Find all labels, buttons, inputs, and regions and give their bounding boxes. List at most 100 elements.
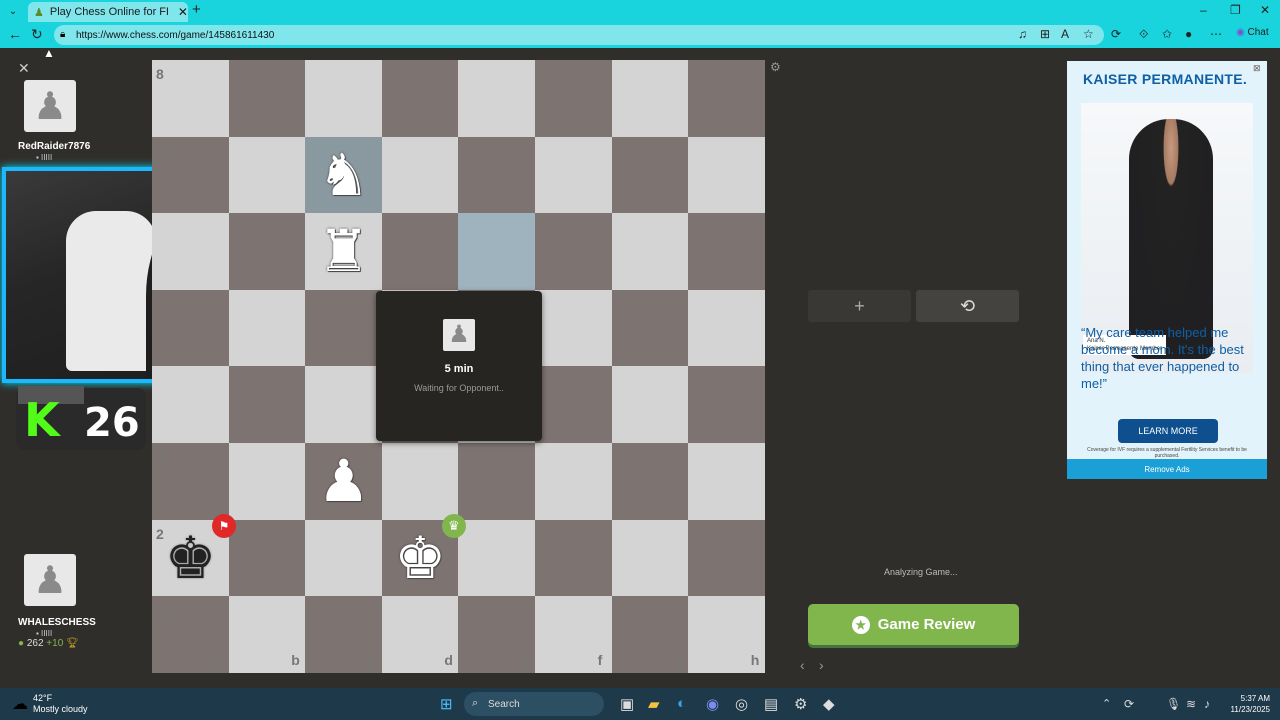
top-player-name[interactable]: RedRaider7876 — [18, 141, 90, 152]
square-c4[interactable] — [305, 366, 383, 444]
tray-chevron-icon[interactable]: ⌃ — [1102, 697, 1111, 710]
square-f7[interactable] — [535, 136, 612, 214]
notification-icon[interactable]: ♫ — [1018, 27, 1027, 41]
window-close-icon[interactable]: ✕ — [1260, 3, 1270, 17]
square-b2[interactable] — [228, 519, 306, 597]
profile-icon[interactable]: ● — [1185, 27, 1192, 41]
tray-sync-icon[interactable]: ⟳ — [1124, 697, 1134, 711]
close-sidebar-icon[interactable]: ✕ — [18, 60, 30, 77]
square-c5[interactable] — [305, 289, 383, 367]
square-g4[interactable] — [611, 366, 689, 444]
weather-icon[interactable]: ☁ — [12, 694, 28, 714]
edge-icon[interactable]: ◐ — [677, 695, 686, 712]
square-e2[interactable] — [458, 519, 536, 597]
bottom-player-name[interactable]: WHALESCHESS — [18, 617, 96, 628]
remove-ads-link[interactable]: Remove Ads — [1067, 459, 1267, 479]
square-f3[interactable] — [535, 443, 612, 520]
copilot-chat-button[interactable]: ◉ Chat — [1236, 27, 1269, 38]
more-icon[interactable]: ⋯ — [1210, 27, 1222, 41]
square-e7[interactable] — [458, 136, 536, 214]
square-g3[interactable] — [611, 443, 689, 520]
microphone-icon[interactable]: 🎙︎ — [1166, 697, 1181, 711]
task-view-icon[interactable]: ▣ — [620, 695, 634, 713]
weather-widget[interactable]: 42°F Mostly cloudy — [33, 693, 88, 715]
advertisement[interactable]: ⊠ KAISER PERMANENTE. Ana N. Kaiser Perma… — [1067, 61, 1267, 479]
top-player-avatar[interactable]: ♟ — [24, 80, 76, 132]
square-b8[interactable] — [228, 60, 306, 137]
square-b7[interactable] — [228, 136, 306, 214]
taskbar-search[interactable]: Search — [464, 692, 604, 716]
windows-start-icon[interactable]: ⊞ — [440, 695, 453, 713]
file-explorer-icon[interactable]: ▰ — [648, 695, 660, 713]
square-d6[interactable] — [381, 213, 459, 291]
square-b6[interactable] — [228, 213, 306, 291]
square-f4[interactable] — [535, 366, 612, 444]
square-h8[interactable] — [688, 60, 766, 137]
ad-close-icon[interactable]: ⊠ — [1253, 63, 1261, 74]
square-g7[interactable] — [611, 136, 689, 214]
url-field[interactable]: https://www.chess.com/game/145861611430 — [54, 25, 1104, 45]
refresh-icon[interactable]: ↻ — [31, 26, 43, 43]
read-aloud-icon[interactable]: A — [1061, 27, 1069, 41]
square-b5[interactable] — [228, 289, 306, 367]
steam-icon[interactable]: ◆ — [823, 695, 835, 713]
white-pawn-piece[interactable]: ♟ — [305, 443, 382, 520]
board-settings-gear-icon[interactable]: ⚙ — [770, 60, 781, 74]
square-d7[interactable] — [381, 136, 459, 214]
square-h3[interactable] — [688, 443, 766, 520]
square-f5[interactable] — [535, 289, 612, 367]
square-c8[interactable] — [305, 60, 383, 137]
square-h7[interactable] — [688, 136, 766, 214]
tab-close-icon[interactable]: ✕ — [178, 5, 188, 19]
back-arrow-icon[interactable]: ← — [8, 26, 22, 42]
rematch-button[interactable]: ⟲ — [916, 290, 1019, 322]
square-a6[interactable] — [152, 213, 229, 291]
square-e3[interactable] — [458, 443, 536, 520]
next-move-icon[interactable]: › — [819, 657, 824, 673]
square-f8[interactable] — [535, 60, 612, 137]
game-review-button[interactable]: ★ Game Review — [808, 604, 1019, 645]
square-f2[interactable] — [535, 519, 612, 597]
discord-icon[interactable]: ◉ — [706, 695, 719, 713]
square-d3[interactable] — [381, 443, 459, 520]
square-h5[interactable] — [688, 289, 766, 367]
square-a4[interactable] — [152, 366, 229, 444]
volume-icon[interactable]: ♪ — [1204, 697, 1210, 711]
split-icon[interactable]: ⟐ — [1139, 27, 1148, 42]
white-rook-piece[interactable]: ♜ — [305, 213, 382, 290]
tab-menu-icon[interactable]: ⌄ — [4, 3, 22, 19]
grid-icon[interactable]: ⊞ — [1040, 27, 1050, 41]
favorite-star-icon[interactable]: ☆ — [1083, 27, 1094, 41]
browser-tab[interactable]: ♟ Play Chess Online for FREE - 2 Pla ✕ — [28, 2, 188, 22]
square-e6[interactable] — [458, 213, 536, 291]
square-c2[interactable] — [305, 519, 383, 597]
minimize-icon[interactable]: – — [1200, 3, 1207, 17]
lock-icon[interactable]: 🔒︎ — [60, 29, 65, 40]
square-h6[interactable] — [688, 213, 766, 291]
square-g6[interactable] — [611, 213, 689, 291]
square-g2[interactable] — [611, 519, 689, 597]
square-b4[interactable] — [228, 366, 306, 444]
favorites-icon[interactable]: ✩ — [1162, 27, 1172, 41]
wifi-icon[interactable]: ≋ — [1186, 697, 1196, 711]
square-h4[interactable] — [688, 366, 766, 444]
settings-icon[interactable]: ⚙ — [794, 695, 807, 713]
white-knight-piece[interactable]: ♞ — [305, 137, 382, 214]
square-a5[interactable] — [152, 289, 229, 367]
app-icon[interactable]: ▤ — [764, 695, 778, 713]
prev-move-icon[interactable]: ‹ — [800, 657, 805, 673]
new-tab-icon[interactable]: + — [192, 1, 201, 18]
new-game-button[interactable]: + — [808, 290, 911, 322]
ad-learn-more-button[interactable]: LEARN MORE — [1118, 419, 1218, 443]
maximize-icon[interactable]: ❐ — [1230, 3, 1241, 17]
extensions-icon[interactable]: ⟳ — [1111, 27, 1121, 41]
square-b3[interactable] — [228, 443, 306, 520]
square-g5[interactable] — [611, 289, 689, 367]
square-f6[interactable] — [535, 213, 612, 291]
bottom-player-avatar[interactable]: ♟ — [24, 554, 76, 606]
obs-icon[interactable]: ◎ — [735, 695, 748, 713]
square-g8[interactable] — [611, 60, 689, 137]
system-clock[interactable]: 5:37 AM 11/23/2025 — [1224, 693, 1270, 715]
square-d8[interactable] — [381, 60, 459, 137]
square-h2[interactable] — [688, 519, 766, 597]
